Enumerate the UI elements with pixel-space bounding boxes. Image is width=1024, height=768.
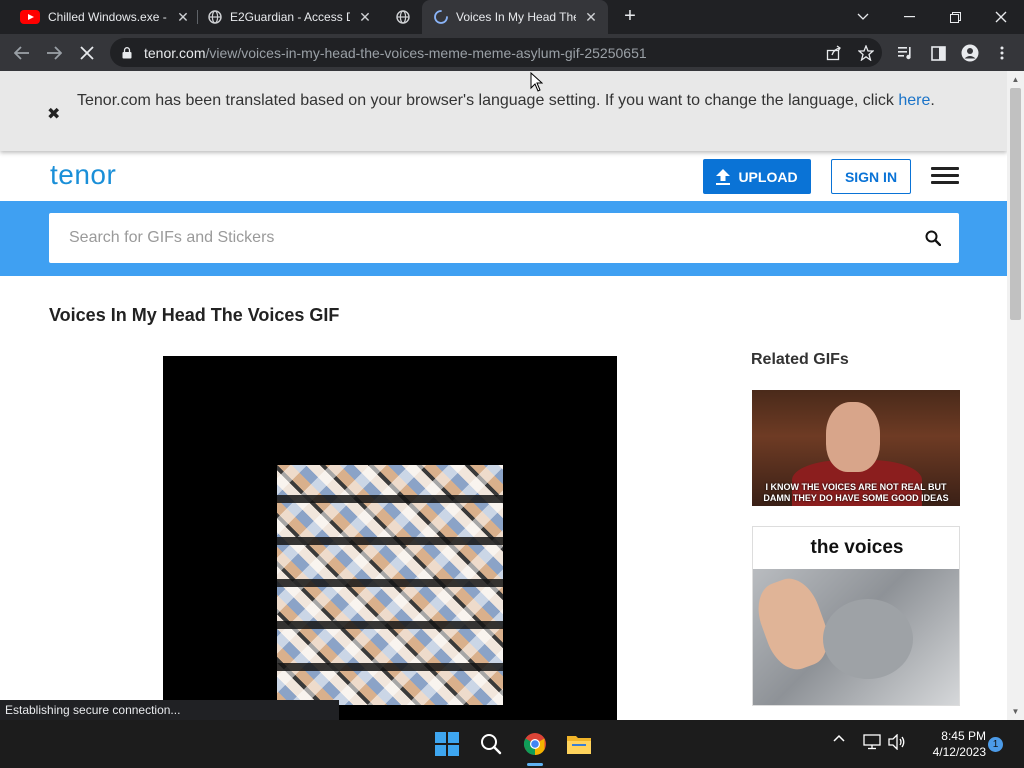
- minimize-icon[interactable]: [886, 0, 932, 34]
- close-window-icon[interactable]: [978, 0, 1024, 34]
- gif-cat-image: [753, 569, 959, 705]
- globe-icon: [396, 10, 410, 24]
- mouse-cursor-icon: [530, 72, 543, 92]
- gif-player[interactable]: [163, 356, 617, 720]
- upload-arrow-icon: [716, 168, 731, 185]
- tab-separator: [197, 10, 198, 24]
- file-explorer-icon[interactable]: [563, 728, 595, 760]
- clock-time: 8:45 PM: [941, 729, 986, 743]
- clock-date: 4/12/2023: [932, 745, 986, 759]
- active-app-indicator: [527, 763, 543, 766]
- restore-icon[interactable]: [932, 0, 978, 34]
- browser-toolbar: tenor.com/view/voices-in-my-head-the-voi…: [0, 34, 1024, 71]
- related-gif-caption: the voices: [810, 537, 904, 558]
- url-host: tenor.com: [144, 44, 206, 61]
- tab-chilled-windows[interactable]: Chilled Windows.exe - ✕: [14, 0, 194, 34]
- volume-icon[interactable]: [888, 734, 906, 750]
- page-viewport: ✖ Tenor.com has been translated based on…: [0, 71, 1007, 720]
- tab-search-chevron-icon[interactable]: [840, 0, 886, 34]
- page-scrollbar[interactable]: ▲ ▼: [1007, 71, 1024, 720]
- lock-icon[interactable]: [120, 46, 134, 59]
- youtube-icon: [20, 10, 40, 24]
- change-language-link[interactable]: here: [898, 92, 930, 109]
- loading-spinner-icon: [434, 10, 448, 24]
- menu-kebab-icon[interactable]: [990, 41, 1014, 65]
- gif-figure-face: [826, 402, 880, 472]
- tray-chevron-up-icon[interactable]: [833, 734, 845, 742]
- tab-blank[interactable]: [390, 0, 420, 34]
- profile-avatar-icon[interactable]: [958, 41, 982, 65]
- forward-arrow-icon[interactable]: [41, 40, 67, 66]
- windows-start-icon[interactable]: [431, 728, 463, 760]
- new-tab-button[interactable]: +: [620, 6, 640, 26]
- translate-suffix: .: [930, 92, 935, 109]
- tab-title: Chilled Windows.exe -: [48, 10, 167, 24]
- sign-in-button[interactable]: SIGN IN: [831, 159, 911, 194]
- related-gif-caption: I KNOW THE VOICES ARE NOT REAL BUT DAMN …: [763, 482, 949, 503]
- search-icon[interactable]: [925, 230, 941, 246]
- search-box: [49, 213, 959, 263]
- upload-label: UPLOAD: [738, 168, 798, 185]
- address-bar[interactable]: tenor.com/view/voices-in-my-head-the-voi…: [110, 38, 882, 67]
- back-arrow-icon[interactable]: [9, 40, 35, 66]
- close-icon[interactable]: ✕: [358, 9, 372, 26]
- windows-taskbar: 8:45 PM 4/12/2023 1: [0, 720, 1024, 768]
- network-icon[interactable]: [863, 734, 881, 750]
- url-text: tenor.com/view/voices-in-my-head-the-voi…: [144, 45, 647, 61]
- scroll-up-arrow-icon[interactable]: ▲: [1007, 71, 1024, 88]
- close-icon[interactable]: ✕: [584, 9, 598, 26]
- tab-e2guardian[interactable]: E2Guardian - Access De ✕: [202, 0, 382, 34]
- scroll-down-arrow-icon[interactable]: ▼: [1007, 703, 1024, 720]
- tab-title: E2Guardian - Access De: [230, 10, 350, 24]
- close-icon[interactable]: ✕: [176, 9, 190, 26]
- taskbar-clock[interactable]: 8:45 PM 4/12/2023: [916, 728, 986, 760]
- media-queue-icon[interactable]: [894, 41, 918, 65]
- related-gif-item[interactable]: I KNOW THE VOICES ARE NOT REAL BUT DAMN …: [752, 390, 960, 506]
- translate-message: Tenor.com has been translated based on y…: [77, 89, 977, 113]
- globe-icon: [208, 10, 222, 24]
- translate-notice: ✖ Tenor.com has been translated based on…: [0, 71, 1007, 151]
- url-path: /view/voices-in-my-head-the-voices-meme-…: [205, 44, 647, 61]
- gif-image: [277, 465, 503, 705]
- share-icon[interactable]: [822, 41, 846, 65]
- chrome-icon[interactable]: [519, 728, 551, 760]
- search-input[interactable]: [69, 213, 909, 263]
- translate-text: Tenor.com has been translated based on y…: [77, 92, 899, 109]
- tab-title: Voices In My Head The: [456, 10, 576, 24]
- tab-voices-in-my-head[interactable]: Voices In My Head The ✕: [422, 0, 608, 34]
- dismiss-close-icon[interactable]: ✖: [47, 104, 60, 124]
- side-panel-icon[interactable]: [926, 41, 950, 65]
- related-gif-item[interactable]: the voices: [752, 526, 960, 706]
- hamburger-menu-icon[interactable]: [931, 167, 959, 185]
- upload-button[interactable]: UPLOAD: [703, 159, 811, 194]
- page-title: Voices In My Head The Voices GIF: [49, 305, 340, 325]
- status-bubble: Establishing secure connection...: [0, 700, 339, 720]
- notification-badge[interactable]: 1: [988, 737, 1003, 752]
- tenor-logo[interactable]: tenor: [50, 159, 116, 191]
- scrollbar-thumb[interactable]: [1010, 88, 1021, 320]
- search-band: [0, 201, 1007, 276]
- bookmark-star-icon[interactable]: [854, 41, 878, 65]
- search-icon[interactable]: [475, 728, 507, 760]
- site-header: tenor UPLOAD SIGN IN: [0, 151, 1007, 201]
- tab-strip: Chilled Windows.exe - ✕ E2Guardian - Acc…: [0, 0, 1024, 34]
- stop-loading-icon[interactable]: [74, 40, 100, 66]
- related-gifs-heading: Related GIFs: [751, 351, 849, 368]
